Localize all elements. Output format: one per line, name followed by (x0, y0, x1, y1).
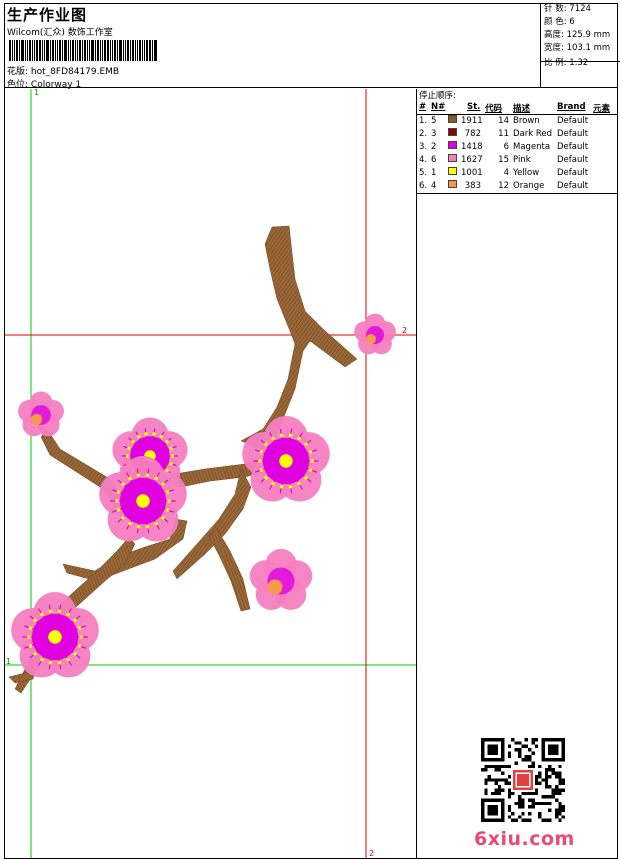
color-swatch (448, 180, 457, 188)
row-needle: 5 (431, 116, 437, 126)
col-needle: N# (431, 102, 446, 112)
table-row: 3. 2 1418 6 Magenta Default (417, 141, 618, 154)
pattern-label: 花版: (7, 67, 29, 77)
col-stitches: St. (467, 102, 481, 112)
blossom (249, 548, 313, 610)
row-brand: Default (557, 142, 589, 152)
blossom (11, 592, 99, 678)
guide-label-bottom: 2 (369, 849, 374, 858)
row-needle: 1 (431, 168, 437, 178)
row-code: 14 (498, 116, 509, 126)
row-index: 5. (419, 168, 428, 178)
watermark-logo: 6xiu.com (474, 828, 575, 850)
table-row: 2. 3 782 11 Dark Red Default (417, 128, 618, 141)
guide-label-right: 2 (402, 326, 407, 335)
col-description: 描述 (513, 104, 531, 114)
row-stitches: 1001 (461, 168, 483, 178)
row-stitches: 1627 (461, 155, 483, 165)
row-code: 15 (498, 155, 509, 165)
guide-label-left: 1 (6, 657, 11, 666)
row-stitches: 782 (464, 129, 481, 139)
row-index: 2. (419, 129, 428, 139)
row-stitches: 1911 (461, 116, 483, 126)
blossom (242, 416, 330, 502)
col-brand: Brand (557, 102, 586, 112)
color-table: # N# St. 代码 描述 Brand 元素 1. 5 1911 14 Brown De… (417, 101, 618, 193)
row-description: Pink (513, 155, 531, 165)
table-header: # N# St. 代码 描述 Brand 元素 (417, 101, 618, 115)
row-needle: 2 (431, 142, 437, 152)
row-index: 6. (419, 181, 428, 191)
table-row: 6. 4 383 12 Orange Default (417, 180, 618, 193)
stats-panel: 针 数: 7124 颜 色: 6 高度: 125.9 mm 宽度: 103.1 … (540, 3, 620, 87)
row-description: Orange (513, 181, 545, 191)
color-swatch (448, 154, 457, 162)
stat-width: 宽度: 103.1 mm (544, 43, 611, 53)
col-code: 代码 (485, 104, 503, 114)
row-needle: 3 (431, 129, 437, 139)
row-description: Brown (513, 116, 540, 126)
row-code: 6 (503, 142, 509, 152)
row-code: 11 (498, 129, 509, 139)
stat-stitches: 针 数: 7124 (544, 4, 591, 14)
studio-subtitle: Wilcom(汇众) 数饰工作室 (7, 28, 113, 38)
col-index: # (419, 102, 427, 112)
row-description: Yellow (513, 168, 540, 178)
design-canvas: 1 1 2 2 (5, 89, 416, 858)
blossom (354, 313, 396, 355)
row-code: 4 (503, 168, 509, 178)
row-code: 12 (498, 181, 509, 191)
row-brand: Default (557, 155, 589, 165)
row-brand: Default (557, 181, 589, 191)
table-row: 4. 6 1627 15 Pink Default (417, 154, 618, 167)
blossom (18, 391, 64, 437)
stats-divider (541, 61, 620, 75)
stop-sequence-title: 停止顺序: (419, 91, 456, 101)
row-stitches: 383 (464, 181, 481, 191)
stat-height: 高度: 125.9 mm (544, 30, 611, 40)
row-stitches: 1418 (461, 142, 483, 152)
barcode (9, 40, 189, 61)
row-description: Dark Red (513, 129, 553, 139)
row-needle: 4 (431, 181, 437, 191)
row-index: 3. (419, 142, 428, 152)
row-needle: 6 (431, 155, 437, 165)
qr-code (481, 738, 565, 822)
color-swatch (448, 141, 457, 149)
color-swatch (448, 167, 457, 175)
row-index: 1. (419, 116, 428, 126)
row-index: 4. (419, 155, 428, 165)
table-divider (417, 193, 618, 194)
pattern-name: 花版: hot_8FD84179.EMB (7, 64, 119, 77)
embroidery-preview: 1 1 2 2 (5, 89, 416, 858)
col-element: 元素 (593, 104, 611, 114)
color-swatch (448, 115, 457, 123)
page-title: 生产作业图 (7, 6, 88, 24)
row-description: Magenta (513, 142, 551, 152)
header: 生产作业图 Wilcom(汇众) 数饰工作室 花版: hot_8FD84179.… (4, 3, 620, 90)
row-brand: Default (557, 129, 589, 139)
stat-colors: 颜 色: 6 (544, 17, 575, 27)
color-swatch (448, 128, 457, 136)
row-brand: Default (557, 168, 589, 178)
pattern-value: hot_8FD84179.EMB (30, 67, 120, 77)
table-row: 1. 5 1911 14 Brown Default (417, 115, 618, 128)
table-row: 5. 1 1001 4 Yellow Default (417, 167, 618, 180)
row-brand: Default (557, 116, 589, 126)
guide-label-top: 1 (34, 89, 39, 97)
